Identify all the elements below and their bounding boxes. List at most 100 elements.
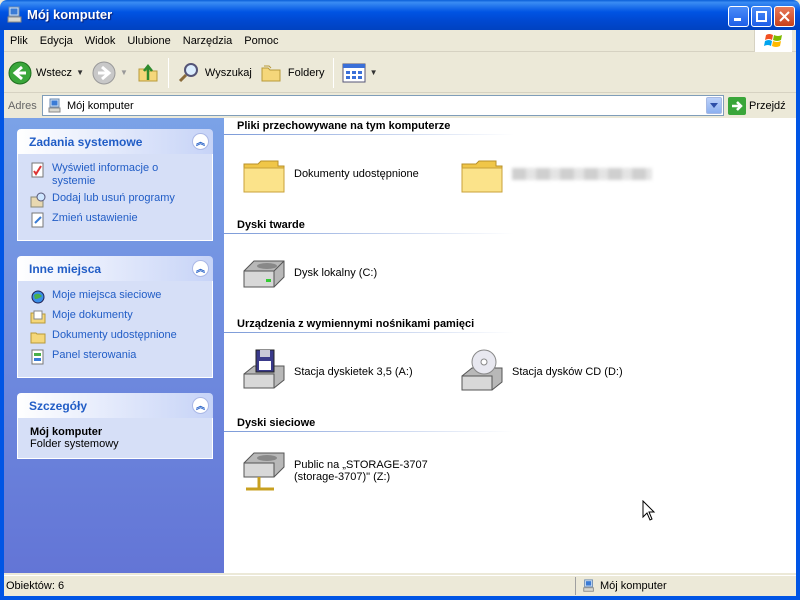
folders-button[interactable]: Foldery xyxy=(256,56,329,90)
views-icon xyxy=(342,63,366,82)
other-places-header[interactable]: Inne miejsca ︽ xyxy=(17,256,213,281)
control-panel-icon xyxy=(31,349,44,365)
status-bar: Obiektów: 6 Mój komputer xyxy=(4,575,796,596)
window-title: Mój komputer xyxy=(27,7,113,22)
close-button[interactable] xyxy=(774,6,795,27)
menu-favorites[interactable]: Ulubione xyxy=(121,30,176,52)
task-view-system-info[interactable]: Wyświetl informacje o systemie xyxy=(30,162,202,188)
status-object-count: Obiektów: 6 xyxy=(4,577,576,595)
menu-file[interactable]: Plik xyxy=(4,30,34,52)
item-network-z[interactable]: Public na „STORAGE-3707 (storage-3707)" … xyxy=(240,447,428,495)
address-input[interactable]: Mój komputer xyxy=(42,95,724,116)
group-divider xyxy=(224,233,514,234)
folders-label: Foldery xyxy=(287,66,325,79)
maximize-button[interactable] xyxy=(751,6,772,27)
item-user-documents[interactable] xyxy=(458,150,652,198)
address-dropdown-button[interactable] xyxy=(706,97,722,114)
group-header-network-drives: Dyski sieciowe xyxy=(237,417,316,429)
windows-logo xyxy=(754,30,792,52)
address-value: Mój komputer xyxy=(67,99,134,112)
shared-folder-icon xyxy=(30,332,46,344)
item-cd-d[interactable]: Stacja dysków CD (D:) xyxy=(458,348,623,396)
my-computer-icon xyxy=(583,579,594,592)
item-shared-documents[interactable]: Dokumenty udostępnione xyxy=(240,150,419,198)
other-places-title: Inne miejsca xyxy=(29,261,102,276)
folder-icon xyxy=(461,160,503,193)
address-label: Adres xyxy=(8,99,37,112)
group-divider xyxy=(224,431,514,432)
place-shared-documents[interactable]: Dokumenty udostępnione xyxy=(30,329,202,345)
details-header[interactable]: Szczegóły ︽ xyxy=(17,393,213,418)
other-places-panel: Inne miejsca ︽ Moje miejsca sieciowe Moj… xyxy=(17,256,213,378)
menu-bar: Plik Edycja Widok Ulubione Narzędzia Pom… xyxy=(4,30,796,52)
go-label: Przejdź xyxy=(749,99,786,112)
my-documents-icon xyxy=(30,310,46,324)
task-change-setting[interactable]: Zmień ustawienie xyxy=(30,212,202,228)
menu-view[interactable]: Widok xyxy=(79,30,122,52)
item-floppy-a[interactable]: Stacja dyskietek 3,5 (A:) xyxy=(240,348,413,396)
search-icon xyxy=(178,62,198,82)
menu-tools[interactable]: Narzędzia xyxy=(177,30,239,52)
hard-drive-icon xyxy=(243,260,285,288)
system-info-icon xyxy=(31,162,44,178)
title-bar[interactable]: Mój komputer xyxy=(0,0,800,30)
place-network[interactable]: Moje miejsca sieciowe xyxy=(30,289,202,305)
place-label: Moje miejsca sieciowe xyxy=(52,289,162,301)
back-dropdown-icon[interactable]: ▼ xyxy=(76,68,84,77)
group-header-files: Pliki przechowywane na tym komputerze xyxy=(237,120,451,132)
collapse-chevron-icon[interactable]: ︽ xyxy=(192,133,209,150)
search-button[interactable]: Wyszukaj xyxy=(173,56,256,90)
chevron-down-icon xyxy=(710,102,718,108)
task-label: Zmień ustawienie xyxy=(52,212,138,224)
change-setting-icon xyxy=(31,212,44,228)
network-places-icon xyxy=(31,290,45,304)
other-places-body: Moje miejsca sieciowe Moje dokumenty Dok… xyxy=(17,281,213,378)
item-label: Stacja dysków CD (D:) xyxy=(512,366,623,378)
item-label: Stacja dyskietek 3,5 (A:) xyxy=(294,366,413,378)
task-label: Dodaj lub usuń programy xyxy=(52,192,175,204)
details-type: Folder systemowy xyxy=(30,438,119,450)
back-arrow-icon xyxy=(8,61,32,84)
details-name: Mój komputer xyxy=(30,426,103,438)
status-location: Mój komputer xyxy=(576,577,667,595)
up-folder-icon xyxy=(138,63,158,81)
item-label: Dokumenty udostępnione xyxy=(294,168,419,180)
views-button[interactable]: ▼ xyxy=(338,56,382,90)
back-button[interactable]: Wstecz ▼ xyxy=(4,56,88,90)
my-computer-icon xyxy=(7,6,22,23)
forward-button[interactable]: ▼ xyxy=(88,56,132,90)
system-tasks-header[interactable]: Zadania systemowe ︽ xyxy=(17,129,213,154)
collapse-chevron-icon[interactable]: ︽ xyxy=(192,260,209,277)
menu-help[interactable]: Pomoc xyxy=(238,30,284,52)
task-pane: Zadania systemowe ︽ Wyświetl informacje … xyxy=(4,118,224,573)
place-label: Dokumenty udostępnione xyxy=(52,329,177,341)
redacted-label xyxy=(512,168,652,180)
forward-arrow-icon xyxy=(92,61,116,84)
item-local-disk-c[interactable]: Dysk lokalny (C:) xyxy=(240,249,377,297)
collapse-chevron-icon[interactable]: ︽ xyxy=(192,397,209,414)
network-drive-icon xyxy=(243,452,285,491)
content-pane: Pliki przechowywane na tym komputerze Do… xyxy=(224,118,796,573)
go-button[interactable]: Przejdź xyxy=(728,95,786,116)
status-location-label: Mój komputer xyxy=(600,580,667,592)
menu-edit[interactable]: Edycja xyxy=(34,30,79,52)
folder-icon xyxy=(243,160,285,193)
floppy-drive-icon xyxy=(243,349,285,389)
system-tasks-body: Wyświetl informacje o systemie Dodaj lub… xyxy=(17,154,213,241)
task-label: Wyświetl informacje o systemie xyxy=(52,162,159,187)
toolbar-separator xyxy=(167,57,169,88)
details-title: Szczegóły xyxy=(29,398,88,413)
window-border-right xyxy=(796,30,800,600)
up-folder-button[interactable] xyxy=(132,56,164,90)
task-add-remove-programs[interactable]: Dodaj lub usuń programy xyxy=(30,192,202,208)
minimize-button[interactable] xyxy=(728,6,749,27)
system-tasks-panel: Zadania systemowe ︽ Wyświetl informacje … xyxy=(17,129,213,241)
group-divider xyxy=(224,134,514,135)
folders-icon xyxy=(261,65,281,81)
views-dropdown-icon[interactable]: ▼ xyxy=(370,68,378,77)
place-control-panel[interactable]: Panel sterowania xyxy=(30,349,202,365)
forward-dropdown-icon[interactable]: ▼ xyxy=(120,68,128,77)
add-remove-programs-icon xyxy=(30,192,46,208)
place-my-documents[interactable]: Moje dokumenty xyxy=(30,309,202,325)
windows-flag-icon xyxy=(763,34,782,47)
